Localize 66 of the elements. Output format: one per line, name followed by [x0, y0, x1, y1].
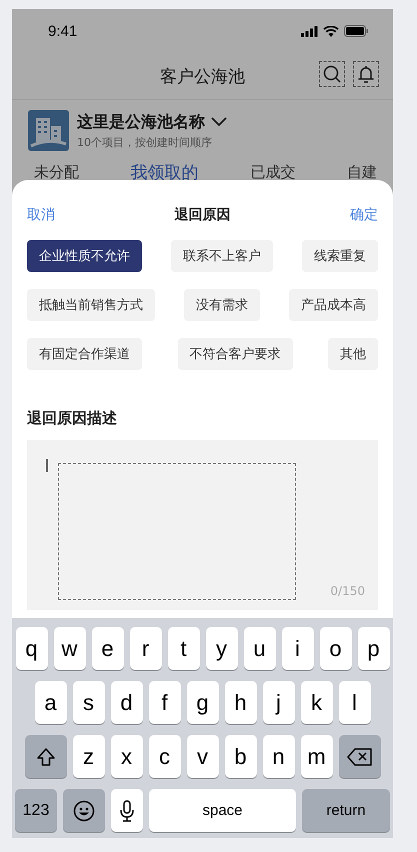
- keyboard-key[interactable]: s: [72, 681, 104, 724]
- tab[interactable]: 我领取的: [130, 161, 199, 184]
- bell-icon[interactable]: [353, 61, 379, 87]
- keyboard-key[interactable]: u: [244, 627, 276, 670]
- keyboard-key[interactable]: k: [300, 681, 332, 724]
- reason-chip[interactable]: 线索重复: [302, 240, 378, 272]
- return-key[interactable]: return: [302, 789, 390, 832]
- keyboard-key[interactable]: r: [130, 627, 162, 670]
- reason-chip[interactable]: 不符合客户要求: [178, 338, 292, 370]
- reason-chip[interactable]: 联系不上客户: [171, 240, 273, 272]
- microphone-icon: [120, 800, 134, 822]
- keyboard-key[interactable]: l: [338, 681, 370, 724]
- keyboard-key[interactable]: h: [224, 681, 256, 724]
- keyboard-key[interactable]: i: [282, 627, 314, 670]
- tab[interactable]: 自建: [346, 161, 377, 184]
- tab[interactable]: 未分配: [34, 161, 79, 184]
- keyboard-key[interactable]: x: [110, 735, 142, 778]
- shift-icon: [36, 746, 56, 766]
- keyboard-key[interactable]: a: [34, 681, 66, 724]
- keyboard-key[interactable]: e: [92, 627, 124, 670]
- building-icon: [28, 110, 69, 151]
- reason-chip[interactable]: 企业性质不允许: [27, 240, 142, 272]
- reason-chip[interactable]: 没有需求: [184, 289, 260, 321]
- search-icon[interactable]: [319, 61, 345, 87]
- pool-subtitle: 10个项目，按创建时间顺序: [77, 134, 213, 150]
- microphone-key[interactable]: [111, 789, 143, 832]
- smiley-icon: [73, 800, 95, 822]
- reason-chip[interactable]: 有固定合作渠道: [27, 338, 142, 370]
- delete-key[interactable]: [338, 735, 380, 778]
- reason-chip[interactable]: 抵触当前销售方式: [27, 289, 155, 321]
- space-key[interactable]: space: [149, 789, 296, 832]
- keyboard-key[interactable]: y: [206, 627, 238, 670]
- tab[interactable]: 已成交: [250, 161, 296, 184]
- keyboard-key[interactable]: f: [148, 681, 180, 724]
- keyboard-key[interactable]: w: [54, 627, 86, 670]
- confirm-button[interactable]: 确定: [350, 206, 378, 224]
- delete-icon: [346, 748, 372, 766]
- battery-icon: [344, 25, 369, 37]
- shift-key[interactable]: [24, 735, 66, 778]
- keyboard-key[interactable]: q: [16, 627, 48, 670]
- wifi-icon: [323, 26, 339, 36]
- description-label: 退回原因描述: [27, 409, 118, 428]
- keyboard-key[interactable]: v: [186, 735, 218, 778]
- numbers-key[interactable]: 123: [15, 789, 57, 832]
- keyboard-key[interactable]: c: [148, 735, 180, 778]
- keyboard-key[interactable]: p: [358, 627, 390, 670]
- sheet-title: 退回原因: [174, 206, 230, 224]
- character-counter: 0/150: [330, 584, 365, 598]
- keyboard-key[interactable]: t: [168, 627, 200, 670]
- chevron-down-icon[interactable]: [211, 117, 227, 127]
- keyboard-key[interactable]: d: [110, 681, 142, 724]
- pool-name[interactable]: 这里是公海池名称: [77, 112, 205, 132]
- keyboard-key[interactable]: j: [262, 681, 294, 724]
- reason-chip[interactable]: 其他: [328, 338, 378, 370]
- keyboard-key[interactable]: m: [300, 735, 332, 778]
- page-title: 客户公海池: [160, 66, 245, 88]
- reason-chip[interactable]: 产品成本高: [289, 289, 378, 321]
- keyboard-key[interactable]: o: [320, 627, 352, 670]
- keyboard-key[interactable]: g: [186, 681, 218, 724]
- keyboard-key[interactable]: b: [224, 735, 256, 778]
- cancel-button[interactable]: 取消: [27, 206, 55, 224]
- status-time: 9:41: [48, 22, 78, 40]
- signal-icon: [301, 26, 318, 36]
- keyboard-key[interactable]: z: [72, 735, 104, 778]
- keyboard-key[interactable]: n: [262, 735, 294, 778]
- emoji-key[interactable]: [63, 789, 105, 832]
